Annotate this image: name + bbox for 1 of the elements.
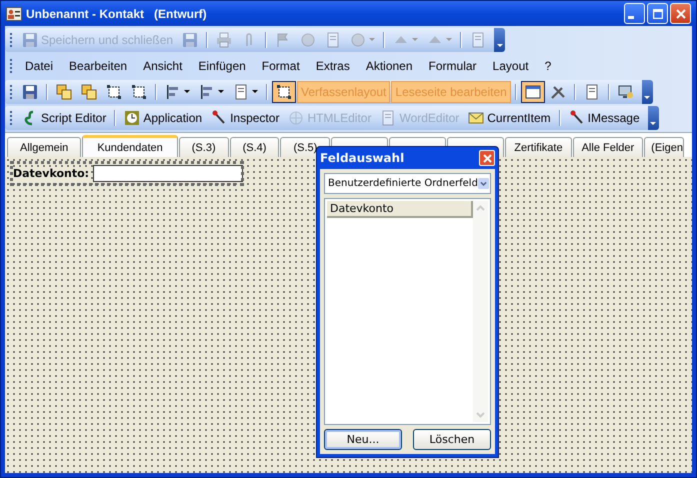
window-title: Unbenannt - Kontakt (Entwurf) xyxy=(26,6,207,20)
